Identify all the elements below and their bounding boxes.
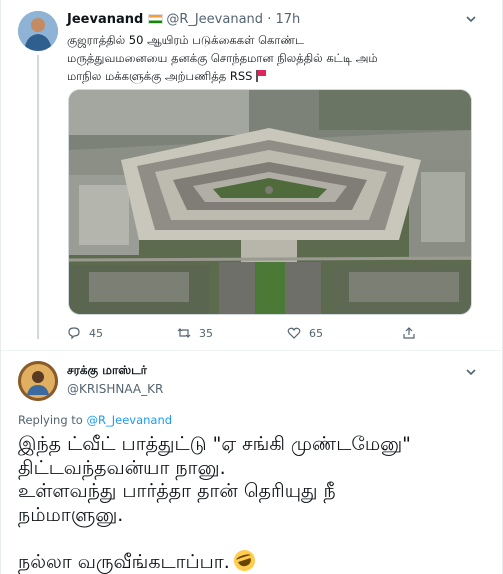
reply-text-line: திட்டவந்தவன்யா நானு. xyxy=(18,456,226,479)
tweet-photo[interactable] xyxy=(68,89,472,315)
replying-handle-link[interactable]: @R_Jeevanand xyxy=(87,413,173,427)
like-button[interactable]: 65 xyxy=(287,326,323,340)
author-handle[interactable]: @KRISHNAA_KR xyxy=(67,380,163,398)
rolling-laughing-emoji-icon xyxy=(231,547,258,574)
avatar[interactable] xyxy=(18,361,58,401)
reply-text-line: நல்லா வருவீங்கடாப்பா. xyxy=(18,551,230,573)
tweet-text: குஜராத்தில் 50 ஆயிரம் படுக்கைகள் கொண்ட ம… xyxy=(67,31,467,85)
chevron-down-icon[interactable] xyxy=(464,365,478,379)
tweet-thread: Jeevanand @R_Jeevanand · 17h குஜராத்தில் … xyxy=(0,0,503,574)
reply-icon xyxy=(68,327,80,340)
thread-connector xyxy=(37,55,39,339)
author-handle[interactable]: @R_Jeevanand xyxy=(166,12,263,27)
reply-text-line: இந்த ட்வீட் பாத்துட்டு "ஏ சங்கி முண்டமேன… xyxy=(18,433,411,455)
reply-text-line: உள்ளவந்து பார்த்தா தான் தெரியுது நீ xyxy=(18,480,336,502)
red-flag-icon xyxy=(256,70,267,82)
replying-prefix: Replying to xyxy=(18,413,83,427)
reply-count: 45 xyxy=(89,326,103,340)
reply-button[interactable]: 45 xyxy=(67,326,103,340)
share-icon xyxy=(403,327,415,339)
author-name[interactable]: Jeevanand xyxy=(67,12,143,27)
reply-text: இந்த ட்வீட் பாத்துட்டு "ஏ சங்கி முண்டமேன… xyxy=(18,433,488,574)
reply-text-line: நம்மாளுனு. xyxy=(18,503,124,526)
tweet-text-line: மருத்துவமனையை தனக்கு சொந்தமான நிலத்தில் … xyxy=(67,51,378,65)
india-flag-icon xyxy=(148,14,164,24)
retweet-button[interactable]: 35 xyxy=(177,326,213,340)
retweet-count: 35 xyxy=(199,326,213,340)
separator: · xyxy=(267,12,272,27)
share-button[interactable] xyxy=(402,326,424,340)
heart-icon xyxy=(287,327,301,339)
avatar[interactable] xyxy=(18,11,58,51)
chevron-down-icon[interactable] xyxy=(464,12,478,26)
author-name[interactable]: சரக்கு மாஸ்டர் xyxy=(67,361,147,379)
replying-to: Replying to @R_Jeevanand xyxy=(18,413,172,427)
like-count: 65 xyxy=(309,326,323,340)
tweet-header: Jeevanand @R_Jeevanand · 17h xyxy=(67,11,300,29)
tweet-time[interactable]: 17h xyxy=(275,12,300,27)
tweet-text-line: மாநில மக்களுக்கு அற்பணித்த RSS xyxy=(67,69,253,83)
retweet-icon xyxy=(177,328,191,338)
divider xyxy=(1,350,503,351)
tweet-text-line: குஜராத்தில் 50 ஆயிரம் படுக்கைகள் கொண்ட xyxy=(67,33,305,47)
